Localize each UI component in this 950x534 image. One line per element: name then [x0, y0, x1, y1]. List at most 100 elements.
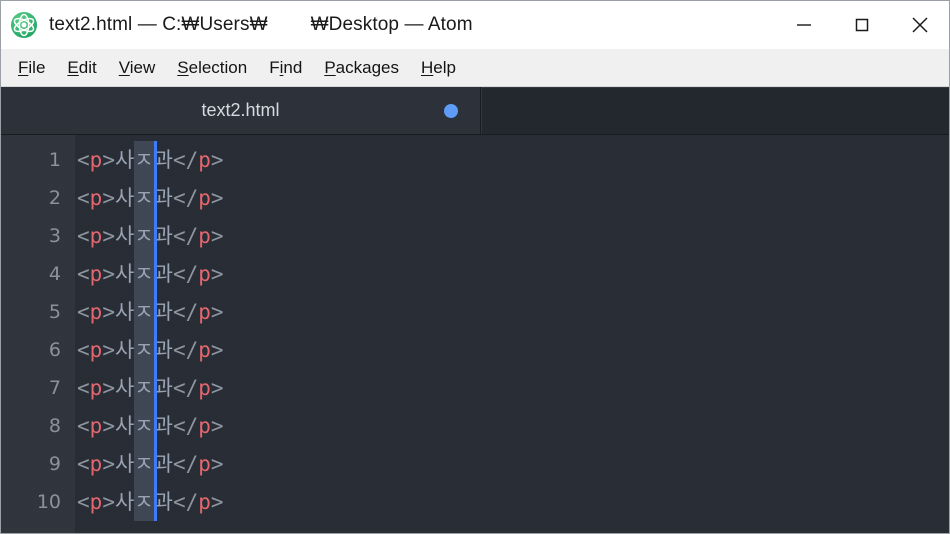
code-token-punct: </ — [172, 376, 199, 400]
code-token-tagname: p — [89, 414, 103, 438]
code-token-punct: < — [77, 338, 90, 362]
code-token-punct: < — [77, 490, 90, 514]
code-line[interactable]: <p>사ㅈ과</p> — [75, 255, 949, 293]
code-line[interactable]: <p>사ㅈ과</p> — [75, 141, 949, 179]
code-token-tagname: p — [89, 262, 103, 286]
code-line[interactable]: <p>사ㅈ과</p> — [75, 293, 949, 331]
code-token-text: ㅈ — [134, 262, 154, 286]
menu-item-view[interactable]: View — [108, 55, 167, 81]
code-token-punct: > — [102, 376, 115, 400]
code-token-tagname: p — [198, 490, 211, 514]
code-token-punct: </ — [172, 490, 199, 514]
code-token-tagname: p — [89, 376, 103, 400]
unsaved-dot-icon[interactable] — [444, 103, 458, 118]
code-token-tagname: p — [89, 224, 103, 248]
menu-item-file[interactable]: File — [7, 55, 56, 81]
code-token-punct: > — [102, 300, 115, 324]
code-token-tagname: p — [89, 186, 103, 210]
code-token-punct: </ — [172, 224, 199, 248]
code-token-text: 과 — [153, 148, 173, 172]
code-token-tagname: p — [198, 414, 211, 438]
code-token-punct: < — [77, 262, 90, 286]
code-token-text: ㅈ — [134, 376, 154, 400]
code-token-punct: > — [102, 452, 115, 476]
code-token-punct: < — [77, 148, 90, 172]
code-line[interactable]: <p>사ㅈ과</p> — [75, 331, 949, 369]
maximize-button[interactable] — [833, 1, 891, 49]
code-token-punct: < — [77, 452, 90, 476]
code-token-punct: > — [102, 338, 115, 362]
code-token-text: 사 — [114, 224, 135, 248]
menu-accelerator-letter: i — [279, 57, 284, 77]
menu-accelerator-letter: E — [67, 57, 79, 77]
code-token-text: 과 — [153, 300, 173, 324]
code-token-text: 사 — [114, 186, 135, 210]
code-token-punct: < — [77, 300, 90, 324]
code-line[interactable]: <p>사ㅈ과</p> — [75, 445, 949, 483]
title-bar: text2.html — C:₩Users₩ ₩Desktop — Atom — [1, 1, 949, 49]
menu-item-selection[interactable]: Selection — [166, 55, 258, 81]
code-line[interactable]: <p>사ㅈ과</p> — [75, 407, 949, 445]
code-token-tagname: p — [89, 452, 103, 476]
code-token-punct: > — [102, 224, 115, 248]
code-token-text: 사 — [114, 338, 135, 362]
code-content-area[interactable]: <p>사ㅈ과</p> <p>사ㅈ과</p> <p>사ㅈ과</p> <p>사ㅈ과</p>… — [75, 135, 949, 533]
line-number-gutter: 1 2 3 4 5 6 7 8 9 10 — [1, 135, 75, 533]
code-token-tagname: p — [198, 186, 211, 210]
code-token-tagname: p — [198, 452, 211, 476]
tab-bar-empty-space[interactable] — [481, 87, 949, 134]
code-token-text: 과 — [153, 338, 173, 362]
code-token-text: ㅈ — [134, 186, 154, 210]
tab-text2-html[interactable]: text2.html — [1, 87, 481, 134]
menu-item-find[interactable]: Find — [258, 55, 313, 81]
code-token-text: 과 — [153, 452, 173, 476]
code-token-punct: > — [210, 338, 224, 362]
minimize-icon — [793, 14, 815, 36]
code-token-text: ㅈ — [134, 224, 154, 248]
menu-item-edit[interactable]: Edit — [56, 55, 107, 81]
minimize-button[interactable] — [775, 1, 833, 49]
code-token-punct: > — [210, 224, 224, 248]
line-number: 2 — [48, 187, 61, 209]
code-token-text: 사 — [114, 452, 135, 476]
code-token-text: 사 — [114, 490, 135, 514]
code-token-text: ㅈ — [134, 148, 154, 172]
code-line[interactable]: <p>사ㅈ과</p> — [75, 369, 949, 407]
code-token-tagname: p — [89, 338, 103, 362]
menu-accelerator-letter: S — [177, 57, 189, 77]
code-token-punct: > — [102, 148, 115, 172]
code-token-punct: > — [210, 186, 224, 210]
menu-item-packages[interactable]: Packages — [313, 55, 410, 81]
code-editor[interactable]: 1 2 3 4 5 6 7 8 9 10 <p>사ㅈ과</p> <p>사ㅈ과</p> <p>사ㅈ과</… — [1, 135, 949, 533]
code-token-tagname: p — [89, 300, 103, 324]
window-controls — [775, 1, 949, 49]
code-token-tagname: p — [89, 148, 103, 172]
code-token-punct: > — [102, 414, 115, 438]
code-token-text: 과 — [153, 262, 173, 286]
code-token-text: ㅈ — [134, 490, 154, 514]
line-number: 9 — [48, 453, 61, 475]
code-token-punct: </ — [172, 186, 199, 210]
code-token-tagname: p — [198, 300, 211, 324]
close-button[interactable] — [891, 1, 949, 49]
menu-item-help[interactable]: Help — [410, 55, 467, 81]
code-token-punct: </ — [172, 300, 199, 324]
code-line[interactable]: <p>사ㅈ과</p> — [75, 483, 949, 521]
code-token-tagname: p — [198, 338, 211, 362]
code-token-punct: > — [102, 186, 115, 210]
code-token-punct: > — [210, 148, 224, 172]
code-token-tagname: p — [89, 490, 103, 514]
code-token-tagname: p — [198, 376, 211, 400]
code-token-text: 과 — [153, 414, 173, 438]
atom-window: text2.html — C:₩Users₩ ₩Desktop — Atom F… — [0, 0, 950, 534]
code-token-punct: > — [210, 490, 224, 514]
code-line[interactable]: <p>사ㅈ과</p> — [75, 217, 949, 255]
code-token-punct: < — [77, 376, 90, 400]
code-token-punct: > — [210, 376, 224, 400]
code-token-text: 사 — [114, 300, 135, 324]
code-token-punct: </ — [172, 262, 199, 286]
code-line[interactable]: <p>사ㅈ과</p> — [75, 179, 949, 217]
code-token-punct: < — [77, 414, 90, 438]
maximize-icon — [851, 14, 873, 36]
line-number: 8 — [48, 415, 61, 437]
